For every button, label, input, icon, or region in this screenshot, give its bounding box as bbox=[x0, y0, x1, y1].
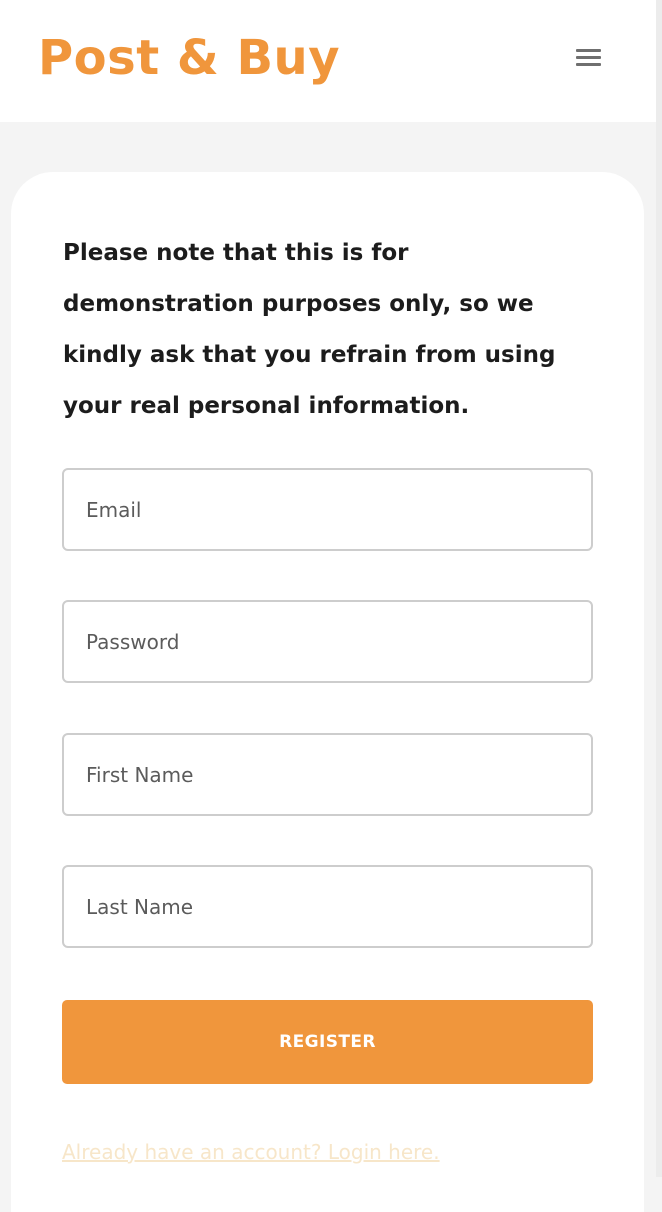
hamburger-menu-icon bbox=[566, 42, 610, 76]
scrollbar-track[interactable] bbox=[656, 0, 662, 1177]
first-name-field[interactable] bbox=[62, 733, 593, 816]
email-field[interactable] bbox=[62, 468, 593, 551]
brand-logo[interactable]: Post & Buy bbox=[38, 28, 340, 88]
register-card: Please note that this is for demonstrati… bbox=[11, 172, 644, 1212]
demo-notice: Please note that this is for demonstrati… bbox=[63, 240, 556, 419]
last-name-field[interactable] bbox=[62, 865, 593, 948]
site-header: Post & Buy bbox=[0, 0, 656, 122]
register-button[interactable]: REGISTER bbox=[62, 1000, 593, 1084]
menu-button[interactable] bbox=[566, 42, 610, 76]
login-link[interactable]: Already have an account? Login here. bbox=[62, 1138, 440, 1166]
password-field[interactable] bbox=[62, 600, 593, 683]
